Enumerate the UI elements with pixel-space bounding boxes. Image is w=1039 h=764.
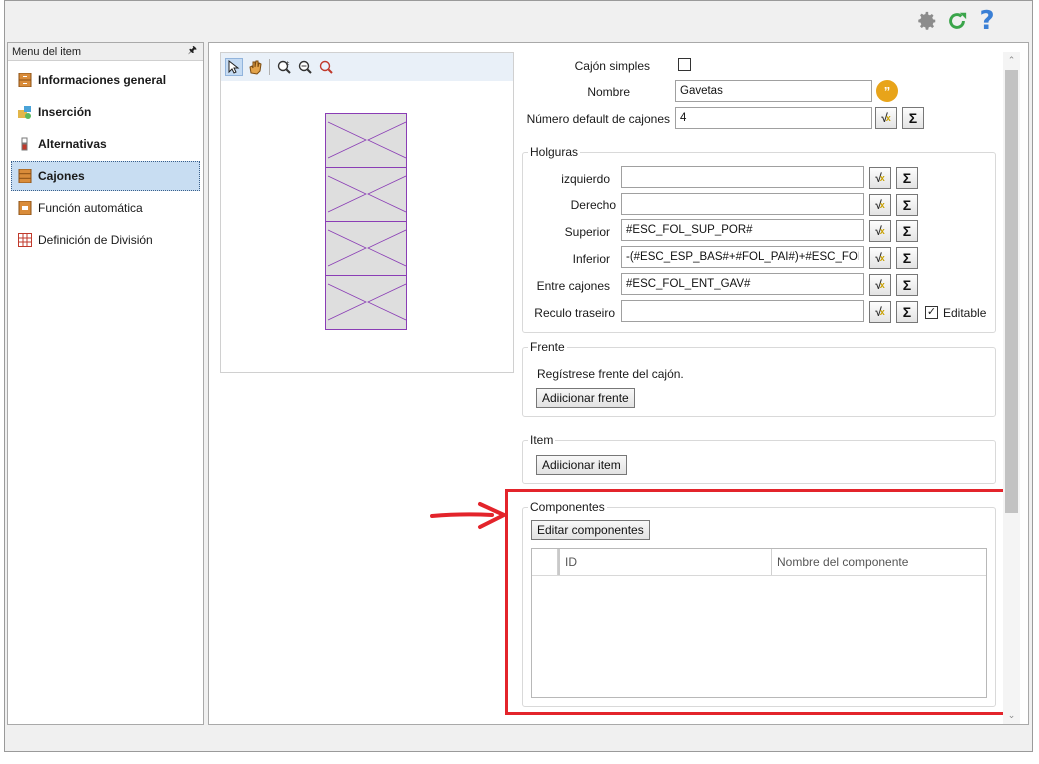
componentes-title: Componentes	[528, 500, 607, 514]
numero-cajones-input[interactable]	[675, 107, 872, 129]
menu-item-label: Cajones	[38, 169, 85, 183]
help-icon[interactable]: ?	[973, 6, 1001, 36]
preview-toolbar: ±	[221, 53, 513, 81]
formula-sqrt-icon[interactable]: √ x	[869, 167, 891, 189]
menu-item-informaciones-general[interactable]: Informaciones general	[11, 65, 200, 95]
drawers-icon	[18, 168, 32, 184]
automatic-function-icon	[18, 200, 32, 216]
editable-checkbox[interactable]: ✓	[925, 306, 938, 319]
holguras-title: Holguras	[528, 145, 581, 159]
formula-sqrt-icon[interactable]: √ x	[869, 247, 891, 269]
entre-cajones-label: Entre cajones	[536, 279, 610, 293]
componentes-table: ID Nombre del componente	[531, 548, 987, 698]
toolbar-separator	[269, 59, 270, 75]
izquierdo-label: izquierdo	[561, 172, 610, 186]
derecho-input[interactable]	[621, 193, 864, 215]
numero-cajones-label: Número default de cajones	[526, 112, 670, 126]
adicionar-frente-button[interactable]: Adiicionar frente	[536, 388, 635, 408]
menu-item-label: Función automática	[38, 201, 143, 215]
formula-sqrt-icon[interactable]: √ x	[869, 301, 891, 323]
editar-componentes-button[interactable]: Editar componentes	[531, 520, 650, 540]
formula-sqrt-icon[interactable]: √ x	[869, 220, 891, 242]
item-menu-header: Menu del item 🖈	[8, 43, 203, 61]
menu-item-funcion-automatica[interactable]: Función automática	[11, 193, 200, 223]
superior-label: Superior	[564, 225, 610, 239]
zoom-out-icon[interactable]	[317, 58, 335, 76]
entre-cajones-input[interactable]	[621, 273, 864, 295]
zoom-in-icon[interactable]	[296, 58, 314, 76]
editable-label: Editable	[943, 306, 987, 320]
menu-item-label: Alternativas	[38, 137, 107, 151]
table-header: ID Nombre del componente	[532, 549, 986, 576]
annotation-arrow-icon	[430, 502, 506, 529]
refresh-icon[interactable]	[943, 7, 971, 35]
menu-item-label: Definición de División	[38, 233, 153, 247]
frente-title: Frente	[528, 340, 567, 354]
scroll-thumb[interactable]	[1005, 70, 1018, 513]
sum-sigma-icon[interactable]: Σ	[896, 247, 918, 269]
menu-item-insercion[interactable]: Inserción	[11, 97, 200, 127]
frente-text: Regístrese frente del cajón.	[537, 367, 684, 381]
menu-item-label: Informaciones general	[38, 73, 167, 87]
adicionar-item-button[interactable]: Adiicionar item	[536, 455, 627, 475]
insert-puzzle-icon	[18, 105, 32, 119]
pin-icon[interactable]: 🖈	[188, 43, 197, 60]
sum-sigma-icon[interactable]: Σ	[896, 301, 918, 323]
menu-item-definicion-de-division[interactable]: Definición de División	[11, 225, 200, 255]
inferior-label: Inferior	[572, 252, 610, 266]
cajon-simples-checkbox[interactable]	[678, 58, 691, 71]
scroll-up-icon[interactable]: ⌃	[1003, 52, 1020, 69]
sum-sigma-icon[interactable]: Σ	[896, 167, 918, 189]
alternatives-icon	[18, 137, 32, 151]
drawer-shape	[325, 113, 407, 168]
gear-icon[interactable]	[913, 7, 941, 35]
row-header-gutter	[532, 549, 558, 575]
menu-item-label: Inserción	[38, 105, 92, 119]
zoom-fit-icon[interactable]: ±	[275, 58, 293, 76]
drawer-preview: ±	[220, 52, 514, 373]
cajon-simples-label: Cajón simples	[574, 59, 650, 73]
select-pointer-icon[interactable]	[225, 58, 243, 76]
sum-sigma-icon[interactable]: Σ	[896, 220, 918, 242]
scroll-down-icon[interactable]: ⌄	[1003, 707, 1020, 724]
drawer-cabinet-icon	[18, 72, 32, 88]
superior-input[interactable]	[621, 219, 864, 241]
drawer-shape	[325, 275, 407, 330]
menu-item-alternativas[interactable]: Alternativas	[11, 129, 200, 159]
top-toolbar: ?	[5, 1, 1032, 41]
izquierdo-input[interactable]	[621, 166, 864, 188]
column-header-nombre[interactable]: Nombre del componente	[772, 549, 986, 575]
translate-icon[interactable]: ”	[876, 80, 898, 102]
derecho-label: Derecho	[570, 198, 616, 212]
sum-sigma-icon[interactable]: Σ	[896, 274, 918, 296]
column-header-id[interactable]: ID	[558, 549, 772, 575]
item-menu-list: Informaciones general Inserción Alternat…	[8, 61, 203, 255]
sum-sigma-icon[interactable]: Σ	[902, 107, 924, 129]
pan-hand-icon[interactable]	[246, 58, 264, 76]
formula-sqrt-icon[interactable]: √ x	[875, 107, 897, 129]
nombre-input[interactable]	[675, 80, 872, 102]
item-menu-panel: Menu del item 🖈 Informaciones general In…	[7, 42, 204, 725]
division-grid-icon	[18, 233, 32, 247]
sum-sigma-icon[interactable]: Σ	[896, 194, 918, 216]
vertical-scrollbar[interactable]: ⌃ ⌄	[1003, 52, 1020, 724]
item-title: Item	[528, 433, 556, 447]
reculo-traseiro-input[interactable]	[621, 300, 864, 322]
inferior-input[interactable]	[621, 246, 864, 268]
formula-sqrt-icon[interactable]: √ x	[869, 194, 891, 216]
drawer-stack	[325, 113, 407, 330]
menu-item-cajones[interactable]: Cajones	[11, 161, 200, 191]
nombre-label: Nombre	[587, 85, 630, 99]
reculo-traseiro-label: Reculo traseiro	[534, 306, 615, 320]
drawer-shape	[325, 221, 407, 276]
svg-text:±: ±	[286, 61, 290, 67]
formula-sqrt-icon[interactable]: √ x	[869, 274, 891, 296]
item-menu-title: Menu del item	[12, 45, 82, 58]
drawer-shape	[325, 167, 407, 222]
